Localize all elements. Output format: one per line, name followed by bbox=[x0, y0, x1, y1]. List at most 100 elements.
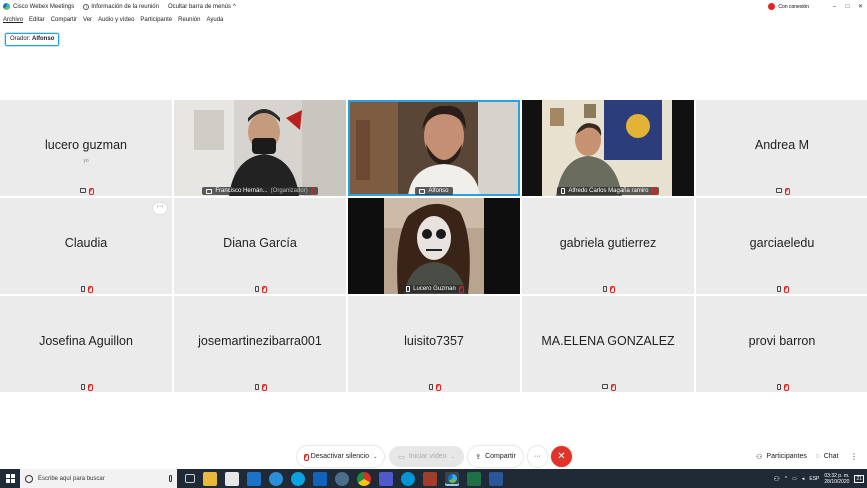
participant-tile[interactable]: gabriela gutierrez bbox=[522, 198, 694, 294]
taskbar-apps bbox=[185, 471, 503, 486]
participant-self-tag: yo bbox=[83, 158, 89, 164]
participant-name: Alfonso bbox=[428, 188, 449, 194]
edge-icon[interactable] bbox=[269, 471, 283, 486]
vpn-icon[interactable] bbox=[335, 471, 349, 486]
teams-icon[interactable] bbox=[379, 471, 393, 486]
hide-menu-button[interactable]: Ocultar barra de menús ^ bbox=[168, 4, 236, 10]
participant-name: Josefina Aguillon bbox=[39, 334, 133, 348]
muted-mic-icon bbox=[88, 285, 93, 293]
store-icon[interactable] bbox=[225, 471, 239, 486]
phone-icon bbox=[255, 285, 259, 292]
participant-video-tile[interactable]: Lucero Guzman bbox=[348, 198, 520, 294]
chevron-down-icon: ⌄ bbox=[373, 453, 378, 460]
active-speaker-label: Orador: Alfonso bbox=[5, 33, 60, 46]
muted-mic-icon bbox=[436, 383, 441, 391]
muted-mic-icon bbox=[651, 188, 657, 195]
muted-mic-icon bbox=[89, 187, 94, 195]
start-video-button[interactable]: ▭ Iniciar vídeo ⌄ bbox=[389, 446, 464, 467]
network-icon[interactable]: ▭ bbox=[792, 476, 797, 482]
hp-icon[interactable] bbox=[401, 471, 415, 486]
participant-tile[interactable]: garciaeledu bbox=[696, 198, 867, 294]
panel-options-button[interactable]: ⋮ bbox=[846, 446, 862, 467]
muted-mic-icon bbox=[303, 453, 309, 461]
mail-icon[interactable] bbox=[247, 471, 261, 486]
participant-video bbox=[348, 100, 520, 196]
muted-mic-icon bbox=[784, 383, 789, 391]
participant-tile[interactable]: MA.ELENA GONZALEZ bbox=[522, 296, 694, 392]
muted-mic-icon bbox=[611, 383, 616, 391]
menu-ver[interactable]: Ver bbox=[83, 17, 92, 23]
share-button[interactable]: ⇪ Compartir bbox=[468, 446, 523, 467]
notifications-icon[interactable]: 21 bbox=[854, 474, 864, 483]
connection-icon bbox=[768, 3, 776, 10]
participant-tile[interactable]: Josefina Aguillon bbox=[0, 296, 172, 392]
participant-grid: lucero guzman yo Francisco Hernán... (Org… bbox=[0, 100, 867, 392]
participant-tile[interactable]: luisito7357 bbox=[348, 296, 520, 392]
word-icon[interactable] bbox=[489, 471, 503, 486]
participant-video-tile[interactable]: Alfredo Carlos Magaña ramiro bbox=[522, 100, 694, 196]
chat-button[interactable]: ◌ Chat bbox=[812, 446, 842, 467]
phone-icon bbox=[777, 383, 781, 390]
unmute-button[interactable]: Desactivar silencio ⌄ bbox=[297, 446, 384, 467]
menu-bar: Archivo Editar Compartir Ver Audio y víd… bbox=[0, 14, 226, 26]
menu-audio-video[interactable]: Audio y vídeo bbox=[98, 17, 134, 23]
chevron-down-icon: ⌄ bbox=[450, 453, 455, 460]
volume-icon[interactable]: ◂ bbox=[802, 476, 805, 482]
minimize-button[interactable]: – bbox=[828, 4, 841, 10]
participant-tile[interactable]: Diana García bbox=[174, 198, 346, 294]
menu-reunion[interactable]: Reunión bbox=[178, 17, 200, 23]
menu-archivo[interactable]: Archivo bbox=[3, 17, 23, 23]
webex-taskbar-icon[interactable] bbox=[445, 471, 459, 486]
end-meeting-button[interactable]: ✕ bbox=[551, 446, 572, 467]
start-button[interactable] bbox=[0, 469, 20, 488]
muted-mic-icon bbox=[785, 187, 790, 195]
organizer-tag: (Organizador) bbox=[270, 188, 308, 194]
show-hidden-icons-icon[interactable]: ^ bbox=[785, 476, 787, 482]
computer-icon bbox=[419, 188, 426, 194]
menu-participante[interactable]: Participante bbox=[140, 17, 172, 23]
chrome-icon[interactable] bbox=[357, 471, 371, 486]
participant-video-tile[interactable]: Francisco Hernán... (Organizador) bbox=[174, 100, 346, 196]
people-icon[interactable]: ⚇ bbox=[774, 475, 780, 483]
phone-icon bbox=[561, 188, 566, 194]
participant-name: Alfredo Carlos Magaña ramiro bbox=[568, 188, 649, 194]
outlook-icon[interactable] bbox=[313, 471, 327, 486]
participant-tile[interactable]: Claudia ··· bbox=[0, 198, 172, 294]
skype-icon[interactable] bbox=[291, 471, 305, 486]
participant-name: lucero guzman bbox=[45, 138, 127, 152]
participant-tile[interactable]: josemartinezibarra001 bbox=[174, 296, 346, 392]
participant-name: josemartinezibarra001 bbox=[198, 334, 322, 348]
participant-tile[interactable]: provi barron bbox=[696, 296, 867, 392]
title-bar: Cisco Webex Meetings i Información de la… bbox=[0, 0, 867, 13]
participant-name: gabriela gutierrez bbox=[559, 236, 657, 250]
participant-tile[interactable]: lucero guzman yo bbox=[0, 100, 172, 196]
close-button[interactable]: ✕ bbox=[854, 3, 867, 10]
more-vertical-icon: ⋮ bbox=[850, 452, 858, 461]
computer-icon bbox=[80, 188, 86, 193]
tile-more-options-button[interactable]: ··· bbox=[153, 203, 167, 214]
task-view-icon[interactable] bbox=[185, 474, 195, 483]
participant-tile[interactable]: Andrea M bbox=[696, 100, 867, 196]
menu-ayuda[interactable]: Ayuda bbox=[206, 17, 223, 23]
menu-compartir[interactable]: Compartir bbox=[51, 17, 77, 23]
participants-button[interactable]: ⚇ Participantes bbox=[754, 446, 809, 467]
participant-video-tile[interactable]: Alfonso bbox=[348, 100, 520, 196]
file-explorer-icon[interactable] bbox=[203, 471, 217, 486]
phone-icon bbox=[603, 285, 607, 292]
excel-icon[interactable] bbox=[467, 471, 481, 486]
connection-status[interactable]: Con conexión bbox=[768, 0, 809, 13]
meeting-info-button[interactable]: i Información de la reunión bbox=[83, 3, 159, 10]
taskbar-clock[interactable]: 03:32 p. m. 28/10/2020 bbox=[824, 473, 849, 485]
phone-icon bbox=[429, 383, 433, 390]
input-language[interactable]: ESP bbox=[809, 476, 819, 482]
menu-editar[interactable]: Editar bbox=[29, 17, 45, 23]
app-title: Cisco Webex Meetings bbox=[0, 3, 74, 10]
taskbar-search-box[interactable]: Escribe aquí para buscar bbox=[20, 469, 177, 488]
participant-name: Claudia bbox=[64, 236, 108, 250]
window-controls: – □ ✕ bbox=[828, 0, 867, 13]
media-app-icon[interactable] bbox=[423, 471, 437, 486]
muted-mic-icon bbox=[262, 383, 267, 391]
phone-icon bbox=[777, 285, 781, 292]
maximize-button[interactable]: □ bbox=[841, 4, 854, 10]
more-options-button[interactable]: ··· bbox=[528, 446, 547, 467]
